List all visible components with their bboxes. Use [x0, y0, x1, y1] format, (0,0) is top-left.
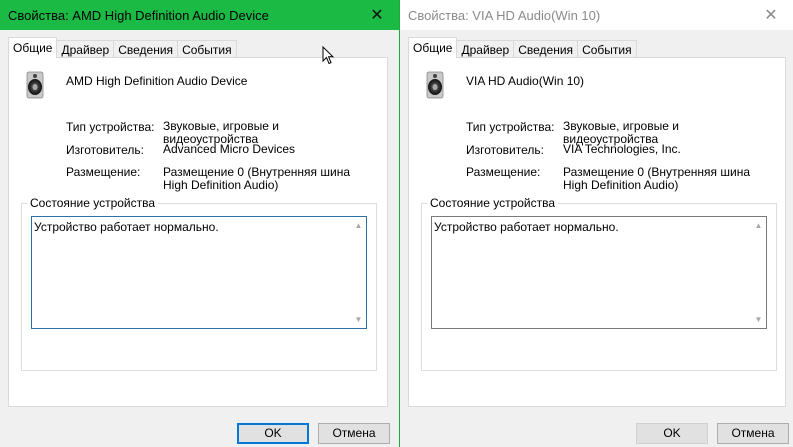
scroll-up-icon[interactable]: ▲: [754, 221, 763, 230]
manufacturer-value: VIA Technologies, Inc.: [563, 142, 681, 156]
device-status-group: Состояние устройства Устройство работает…: [421, 196, 777, 371]
manufacturer-value: Advanced Micro Devices: [163, 142, 296, 156]
device-status-text: Устройство работает нормально.: [434, 220, 619, 234]
manufacturer-label: Изготовитель:: [66, 143, 144, 157]
scroll-down-icon[interactable]: ▼: [354, 315, 363, 324]
left-tab-strip: Общие Драйвер Сведения События: [8, 37, 237, 58]
location-value: Размещение 0 (Внутренняя шина High Defin…: [563, 165, 751, 192]
device-status-textbox[interactable]: Устройство работает нормально. ▲ ▼: [431, 216, 767, 329]
tab-events[interactable]: События: [577, 40, 637, 58]
scroll-down-icon[interactable]: ▼: [754, 315, 763, 324]
manufacturer-label: Изготовитель:: [466, 143, 544, 157]
device-name: VIA HD Audio(Win 10): [466, 74, 585, 88]
cancel-button[interactable]: Отмена: [318, 423, 390, 444]
device-status-text: Устройство работает нормально.: [34, 220, 219, 234]
device-name: AMD High Definition Audio Device: [66, 74, 248, 88]
close-icon[interactable]: ✕: [749, 0, 793, 30]
tab-details[interactable]: Сведения: [513, 40, 579, 58]
right-properties-window: Свойства: VIA HD Audio(Win 10) ✕ Общие Д…: [400, 0, 793, 447]
right-tab-strip: Общие Драйвер Сведения События: [408, 37, 637, 58]
left-titlebar[interactable]: Свойства: AMD High Definition Audio Devi…: [0, 0, 399, 30]
left-properties-window: Свойства: AMD High Definition Audio Devi…: [0, 0, 400, 447]
cancel-button[interactable]: Отмена: [717, 423, 789, 444]
scroll-up-icon[interactable]: ▲: [354, 221, 363, 230]
location-value: Размещение 0 (Внутренняя шина High Defin…: [163, 165, 351, 192]
tab-driver[interactable]: Драйвер: [56, 40, 115, 58]
ok-button[interactable]: OK: [237, 423, 309, 444]
right-titlebar[interactable]: Свойства: VIA HD Audio(Win 10) ✕: [400, 0, 793, 30]
device-status-title: Состояние устройства: [27, 196, 159, 210]
right-general-panel: VIA HD Audio(Win 10) Тип устройства: Зву…: [408, 57, 786, 407]
device-type-label: Тип устройства:: [66, 120, 155, 134]
tab-general[interactable]: Общие: [8, 37, 58, 58]
vertical-scrollbar[interactable]: ▲ ▼: [751, 217, 766, 328]
left-window-title: Свойства: AMD High Definition Audio Devi…: [8, 7, 269, 23]
location-label: Размещение:: [466, 165, 541, 179]
tab-driver[interactable]: Драйвер: [456, 40, 515, 58]
close-icon[interactable]: ✕: [355, 0, 399, 30]
right-window-title: Свойства: VIA HD Audio(Win 10): [408, 7, 601, 23]
device-type-label: Тип устройства:: [466, 120, 555, 134]
device-status-group: Состояние устройства Устройство работает…: [21, 196, 377, 371]
tab-details[interactable]: Сведения: [113, 40, 179, 58]
left-general-panel: AMD High Definition Audio Device Тип уст…: [8, 57, 388, 407]
ok-button[interactable]: OK: [636, 423, 708, 444]
tab-general[interactable]: Общие: [408, 37, 458, 58]
vertical-scrollbar[interactable]: ▲ ▼: [351, 217, 366, 328]
location-label: Размещение:: [66, 165, 141, 179]
device-status-title: Состояние устройства: [427, 196, 559, 210]
device-status-textbox[interactable]: Устройство работает нормально. ▲ ▼: [31, 216, 367, 329]
mouse-pointer-icon: [322, 46, 334, 65]
speaker-icon: [26, 71, 44, 99]
tab-events[interactable]: События: [177, 40, 237, 58]
speaker-icon: [426, 71, 444, 99]
